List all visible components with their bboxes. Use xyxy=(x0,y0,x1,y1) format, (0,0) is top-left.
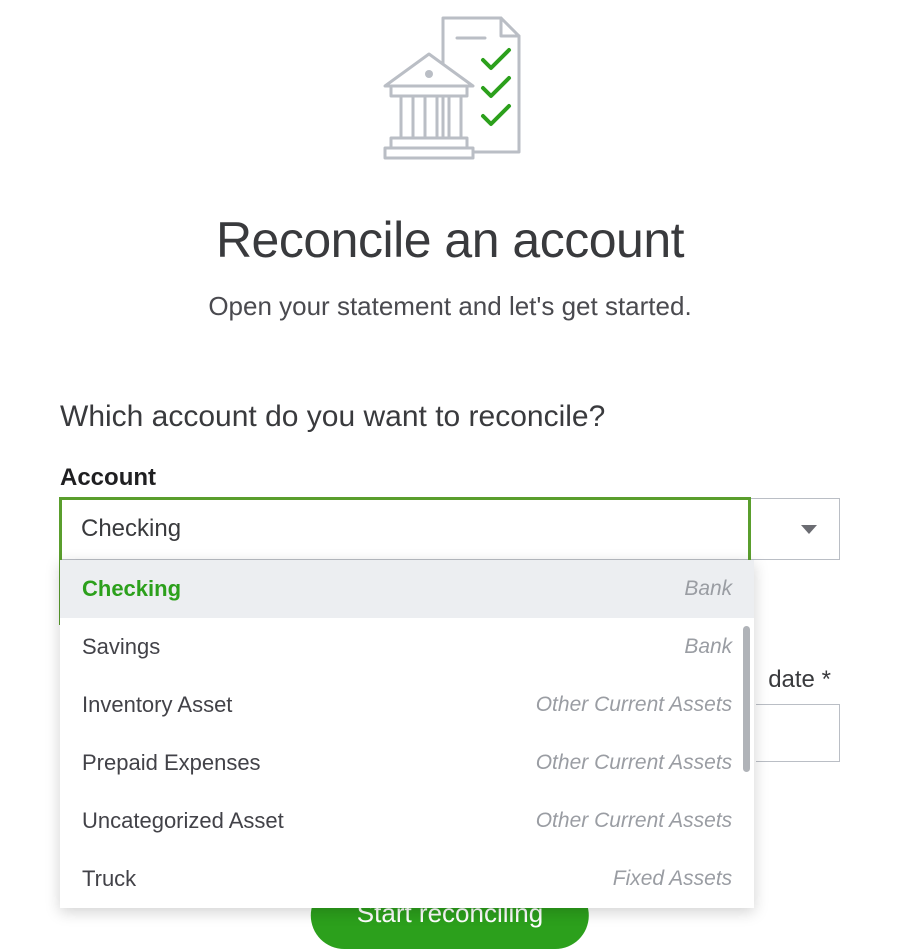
ending-date-input-fragment[interactable] xyxy=(756,704,840,762)
option-name: Truck xyxy=(82,866,136,892)
scrollbar-thumb[interactable] xyxy=(743,626,750,772)
account-label: Account xyxy=(60,464,840,492)
account-select[interactable] xyxy=(60,498,840,560)
option-type: Fixed Assets xyxy=(613,867,732,891)
option-name: Prepaid Expenses xyxy=(82,750,261,776)
account-dropdown: Checking Bank Savings Bank Inventory Ass… xyxy=(60,560,754,908)
option-type: Bank xyxy=(684,635,732,659)
ending-date-label-fragment: date * xyxy=(768,666,831,694)
page-title: Reconcile an account xyxy=(60,211,840,269)
option-name: Inventory Asset xyxy=(82,692,232,718)
account-select-input[interactable] xyxy=(61,499,779,559)
chevron-down-icon[interactable] xyxy=(779,499,839,559)
option-name: Checking xyxy=(82,576,181,602)
option-type: Other Current Assets xyxy=(536,809,732,833)
account-option-savings[interactable]: Savings Bank xyxy=(60,618,754,676)
option-name: Uncategorized Asset xyxy=(82,808,284,834)
page-subtitle: Open your statement and let's get starte… xyxy=(60,291,840,322)
account-option-inventory-asset[interactable]: Inventory Asset Other Current Assets xyxy=(60,676,754,734)
option-type: Other Current Assets xyxy=(536,751,732,775)
account-option-truck[interactable]: Truck Fixed Assets xyxy=(60,850,754,908)
account-option-uncategorized-asset[interactable]: Uncategorized Asset Other Current Assets xyxy=(60,792,754,850)
option-type: Other Current Assets xyxy=(536,693,732,717)
option-type: Bank xyxy=(684,577,732,601)
option-name: Savings xyxy=(82,634,160,660)
question-text: Which account do you want to reconcile? xyxy=(60,400,840,434)
bank-checklist-icon xyxy=(60,8,840,183)
account-option-prepaid-expenses[interactable]: Prepaid Expenses Other Current Assets xyxy=(60,734,754,792)
account-option-checking[interactable]: Checking Bank xyxy=(60,560,754,618)
